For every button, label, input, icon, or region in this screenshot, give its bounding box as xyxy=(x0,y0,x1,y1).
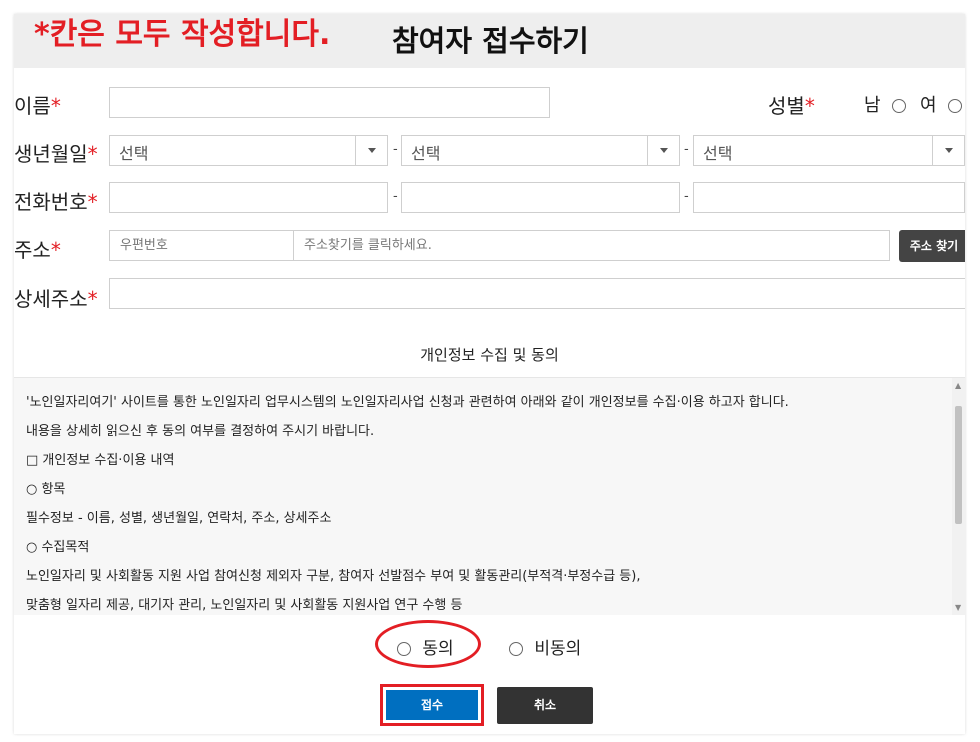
terms-line: ○ 항목 xyxy=(26,482,66,497)
terms-line: 필수정보 - 이름, 성별, 생년월일, 연락처, 주소, 상세주소 xyxy=(26,511,332,526)
terms-line: □ 개인정보 수집·이용 내역 xyxy=(26,453,175,468)
postcode-input[interactable]: 우편번호 xyxy=(109,230,294,261)
page-title: 참여자 접수하기 xyxy=(392,24,589,58)
disagree-radio[interactable] xyxy=(509,642,523,656)
address-input[interactable]: 주소찾기를 클릭하세요. xyxy=(293,230,890,261)
phone-label: 전화번호* xyxy=(14,190,98,214)
privacy-terms-box[interactable]: '노인일자리여기' 사이트를 통한 노인일자리 업무시스템의 노인일자리사업 신… xyxy=(14,377,965,615)
birth-separator: - xyxy=(684,142,689,157)
scroll-up-icon[interactable]: ▲ xyxy=(955,381,961,390)
scroll-down-icon[interactable]: ▼ xyxy=(955,603,961,612)
address-search-button[interactable]: 주소 찾기 xyxy=(899,230,965,262)
disagree-option[interactable]: 비동의 xyxy=(509,634,581,659)
terms-line: 노인일자리 및 사회활동 지원 사업 참여신청 제외자 구분, 참여자 선발점수… xyxy=(26,569,641,584)
scrollbar-thumb[interactable] xyxy=(955,406,962,524)
gender-female-radio[interactable] xyxy=(948,99,963,113)
birth-separator: - xyxy=(393,142,398,157)
agree-option[interactable]: 동의 xyxy=(397,634,454,659)
name-input[interactable] xyxy=(109,87,550,118)
privacy-title: 개인정보 수집 및 동의 xyxy=(420,346,559,364)
birth-year-select[interactable]: 선택 xyxy=(109,135,388,166)
submit-button[interactable]: 접수 xyxy=(386,690,478,720)
form-header: *칸은 모두 작성합니다. 참여자 접수하기 xyxy=(14,14,965,68)
privacy-terms-text: '노인일자리여기' 사이트를 통한 노인일자리 업무시스템의 노인일자리사업 신… xyxy=(26,395,789,627)
phone-separator: - xyxy=(393,189,398,204)
gender-male-radio[interactable] xyxy=(892,99,907,113)
address-label: 주소* xyxy=(14,238,61,262)
terms-line: '노인일자리여기' 사이트를 통한 노인일자리 업무시스템의 노인일자리사업 신… xyxy=(26,395,789,410)
phone-part1-input[interactable] xyxy=(109,182,388,213)
dropdown-arrow-icon xyxy=(367,148,376,153)
cancel-button[interactable]: 취소 xyxy=(497,687,593,724)
terms-line: ○ 수집목적 xyxy=(26,540,90,555)
phone-part3-input[interactable] xyxy=(693,182,965,213)
terms-scrollbar[interactable]: ▲ ▼ xyxy=(952,378,965,615)
terms-line: 내용을 상세히 읽으신 후 동의 여부를 결정하여 주시기 바랍니다. xyxy=(26,424,375,439)
birth-month-select[interactable]: 선택 xyxy=(401,135,680,166)
submit-button-highlight: 접수 xyxy=(380,684,484,726)
detail-address-input[interactable] xyxy=(109,278,965,309)
gender-male-label: 남 xyxy=(864,95,881,116)
dropdown-arrow-icon xyxy=(659,148,668,153)
phone-part2-input[interactable] xyxy=(401,182,680,213)
name-label: 이름* xyxy=(14,94,61,118)
gender-female-label: 여 xyxy=(920,95,937,116)
birth-label: 생년월일* xyxy=(14,142,98,166)
detail-address-label: 상세주소* xyxy=(14,287,98,311)
dropdown-arrow-icon xyxy=(944,148,953,153)
required-notice: *칸은 모두 작성합니다. xyxy=(34,17,331,52)
disagree-label: 비동의 xyxy=(534,639,582,659)
agree-label: 동의 xyxy=(422,639,454,659)
gender-options: 남 여 xyxy=(864,91,963,117)
phone-separator: - xyxy=(684,189,689,204)
gender-label: 성별* xyxy=(768,94,815,118)
birth-day-select[interactable]: 선택 xyxy=(693,135,965,166)
agree-radio[interactable] xyxy=(397,642,411,656)
registration-form-card: *칸은 모두 작성합니다. 참여자 접수하기 이름* 성별* 남 여 생년월일*… xyxy=(14,14,965,734)
